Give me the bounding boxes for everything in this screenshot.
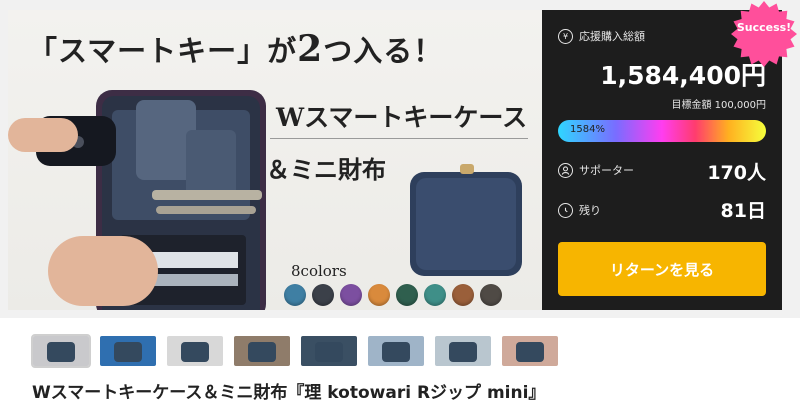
thumbnail-1[interactable] [31,334,91,368]
thumbnail-3[interactable] [167,336,223,366]
thumbnail-image-icon [382,342,410,362]
thumbnail-5[interactable] [301,336,357,366]
hero-headline-number: 2 [297,28,324,70]
color-swatch [284,284,306,306]
supporters-count: 170人 [707,162,766,184]
thumbnail-image-icon [516,342,544,362]
color-swatch [480,284,502,306]
thumbnail-strip [31,334,558,368]
mini-wallet-illustration [410,164,522,276]
supporters-row: サポーター [558,162,634,178]
total-label-row: ¥ 応援購入総額 [558,28,645,44]
thumbnail-4[interactable] [234,336,290,366]
hand-left [8,118,78,152]
supporters-label: サポーター [579,164,634,177]
success-badge-text: Success! [736,21,792,34]
hero-divider [270,138,528,139]
thumbnail-6[interactable] [368,336,424,366]
color-swatch [312,284,334,306]
hero-subtitle-1: Wスマートキーケース [276,103,528,132]
person-icon [558,162,573,178]
color-swatch [368,284,390,306]
color-swatch [340,284,362,306]
hero-headline-part: つ入る！ [323,34,444,68]
thumbnail-2[interactable] [100,336,156,366]
progress-percent: 1584% [570,124,605,135]
color-swatch [424,284,446,306]
remaining-row: 残り [558,202,601,218]
thumbnail-image-icon [449,342,477,362]
total-label: 応援購入総額 [579,30,645,43]
product-title: Wスマートキーケース＆ミニ財布『理 kotowari Rジップ mini』 [32,383,546,403]
color-swatches [284,284,502,306]
goal-amount: 目標金額 100,000円 [671,100,766,111]
remaining-label: 残り [579,204,601,217]
yen-icon: ¥ [558,28,573,44]
hero-subtitle-2: ＆ミニ財布 [266,155,386,184]
colors-label: 8colors [291,262,347,280]
hero-headline: 「スマートキー」が2つ入る！ [28,28,443,70]
thumbnail-8[interactable] [502,336,558,366]
starburst-icon [731,1,797,67]
view-returns-button[interactable]: リターンを見る [558,242,766,296]
thumbnail-image-icon [47,342,75,362]
clock-icon [558,202,573,218]
hand-bottom [48,236,158,306]
hero-image[interactable]: 「スマートキー」が2つ入る！ Wスマートキーケース ＆ミニ財布 8colors [8,10,542,310]
color-swatch [396,284,418,306]
thumbnail-image-icon [248,342,276,362]
color-swatch [452,284,474,306]
thumbnail-image-icon [114,342,142,362]
thumbnail-7[interactable] [435,336,491,366]
success-badge: Success! [730,0,798,68]
progress-bar: 1584% [558,120,766,142]
remaining-days: 81日 [720,200,766,222]
thumbnail-image-icon [315,342,343,362]
thumbnail-image-icon [181,342,209,362]
hero-headline-part: 「スマートキー」が [28,34,298,68]
